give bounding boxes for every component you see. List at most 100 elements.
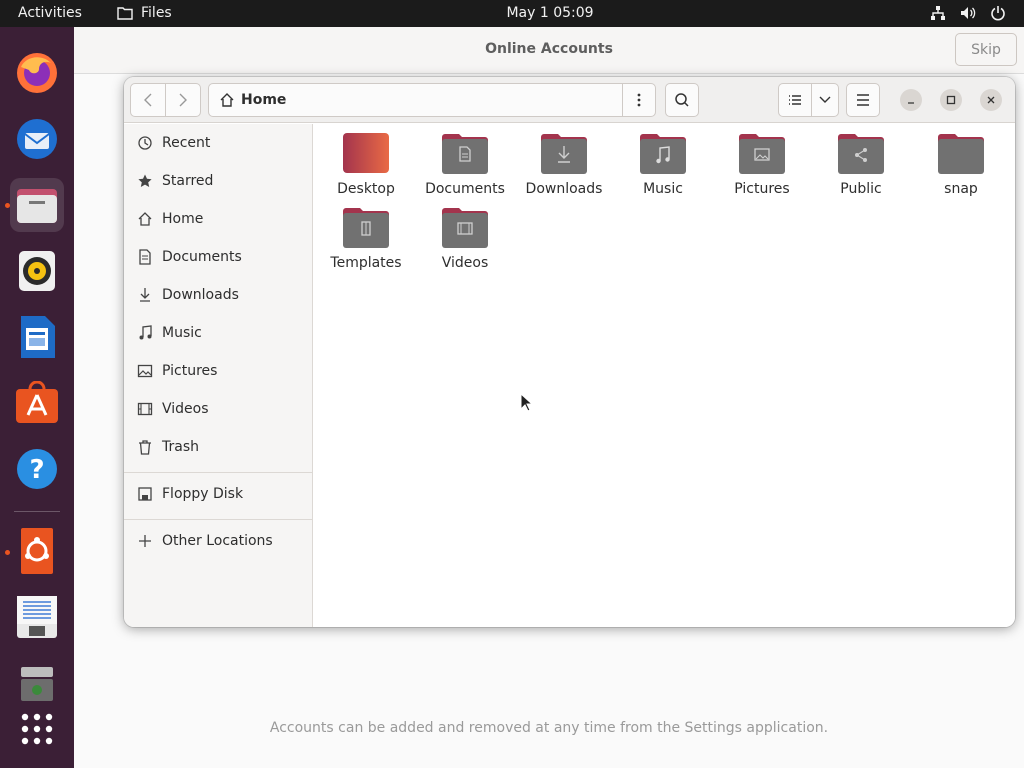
ubuntu-installer-icon — [21, 528, 53, 574]
sidebar-item-label: Music — [162, 325, 202, 341]
help-icon: ? — [17, 449, 57, 489]
music-icon — [139, 325, 152, 340]
show-applications-button[interactable] — [10, 702, 64, 756]
pictures-folder-icon — [739, 134, 785, 174]
clock[interactable]: May 1 05:09 — [0, 5, 1024, 21]
sidebar-item-label: Downloads — [162, 287, 239, 303]
folder-public[interactable]: Public — [813, 133, 909, 205]
close-icon — [987, 96, 995, 104]
online-accounts-footer: Accounts can be added and removed at any… — [269, 720, 829, 736]
skip-button[interactable]: Skip — [955, 33, 1017, 66]
back-button[interactable] — [130, 83, 166, 117]
files-sidebar: Recent Starred Home Documents Downloads … — [124, 124, 313, 627]
svg-text:?: ? — [29, 455, 44, 485]
list-view-button[interactable] — [778, 83, 812, 117]
minimize-icon — [908, 102, 914, 104]
desktop-folder-icon — [343, 133, 389, 173]
sidebar-item-music[interactable]: Music — [124, 316, 312, 350]
sidebar-item-label: Documents — [162, 249, 242, 265]
sidebar-item-starred[interactable]: Starred — [124, 164, 312, 198]
sidebar-item-label: Floppy Disk — [162, 486, 244, 502]
files-launcher[interactable] — [10, 178, 64, 232]
chevron-down-icon — [819, 96, 831, 103]
sidebar-item-label: Trash — [162, 439, 199, 455]
volume-icon — [961, 7, 976, 19]
folder-icon — [938, 134, 984, 174]
app-grid-icon — [21, 713, 53, 745]
sidebar-item-label: Videos — [162, 401, 209, 417]
folder-desktop[interactable]: Desktop — [318, 133, 414, 205]
rhythmbox-icon — [19, 251, 55, 291]
downloads-folder-icon — [541, 134, 587, 174]
maximize-button[interactable] — [940, 89, 962, 111]
forward-button[interactable] — [165, 83, 201, 117]
text-editor-launcher[interactable] — [10, 590, 64, 644]
folder-music[interactable]: Music — [615, 133, 711, 205]
video-icon — [137, 402, 153, 416]
writer-launcher[interactable] — [10, 310, 64, 364]
network-icon — [931, 6, 945, 20]
sidebar-item-floppy-disk[interactable]: Floppy Disk — [124, 477, 312, 511]
top-bar: Activities Files May 1 05:09 — [0, 0, 1024, 27]
maximize-icon — [946, 95, 956, 105]
view-options-button[interactable] — [811, 83, 839, 117]
online-accounts-header: Online Accounts Skip — [74, 27, 1024, 74]
home-icon — [138, 212, 152, 226]
rhythmbox-launcher[interactable] — [10, 244, 64, 298]
folder-documents[interactable]: Documents — [417, 133, 513, 205]
writer-icon — [21, 316, 55, 358]
sidebar-item-home[interactable]: Home — [124, 202, 312, 236]
templates-folder-icon — [343, 208, 389, 248]
search-icon — [675, 93, 689, 107]
search-button[interactable] — [665, 83, 699, 117]
kebab-menu-icon — [637, 93, 641, 107]
thunderbird-launcher[interactable] — [10, 112, 64, 166]
online-accounts-title: Online Accounts — [485, 41, 613, 57]
ubuntu-software-launcher[interactable] — [10, 376, 64, 430]
minimize-button[interactable] — [900, 89, 922, 111]
dock-separator — [14, 511, 60, 512]
sidebar-item-trash[interactable]: Trash — [124, 430, 312, 464]
document-icon — [139, 249, 151, 265]
path-bar[interactable]: Home — [208, 83, 623, 117]
sidebar-item-videos[interactable]: Videos — [124, 392, 312, 426]
chevron-right-icon — [179, 93, 187, 107]
music-folder-icon — [640, 134, 686, 174]
help-launcher[interactable]: ? — [10, 442, 64, 496]
installer-launcher[interactable] — [10, 524, 64, 578]
mouse-cursor-icon — [520, 393, 532, 412]
sidebar-item-recent[interactable]: Recent — [124, 126, 312, 160]
firefox-icon — [17, 53, 57, 93]
sidebar-item-label: Pictures — [162, 363, 218, 379]
trash-icon — [139, 440, 151, 455]
path-label: Home — [241, 92, 287, 108]
sidebar-item-pictures[interactable]: Pictures — [124, 354, 312, 388]
hamburger-icon — [857, 94, 869, 106]
thunderbird-icon — [17, 119, 57, 159]
public-folder-icon — [838, 134, 884, 174]
system-tray[interactable] — [930, 5, 1006, 21]
file-view[interactable]: Desktop Documents Downloads Music Pictur… — [314, 124, 1015, 627]
path-menu-button[interactable] — [622, 83, 656, 117]
trash-icon — [21, 667, 53, 701]
sidebar-item-label: Other Locations — [162, 533, 273, 549]
folder-templates[interactable]: Templates — [318, 207, 414, 279]
folder-downloads[interactable]: Downloads — [516, 133, 612, 205]
documents-folder-icon — [442, 134, 488, 174]
folder-videos[interactable]: Videos — [417, 207, 513, 279]
download-icon — [140, 288, 150, 302]
firefox-launcher[interactable] — [10, 46, 64, 100]
close-button[interactable] — [980, 89, 1002, 111]
files-window: Home Recent Starred Home Documents Downl… — [124, 77, 1015, 627]
software-icon — [16, 381, 58, 423]
list-view-icon — [789, 95, 801, 105]
main-menu-button[interactable] — [846, 83, 880, 117]
folder-snap[interactable]: snap — [913, 133, 1009, 205]
folder-pictures[interactable]: Pictures — [714, 133, 810, 205]
plus-icon — [139, 535, 151, 547]
sidebar-item-other-locations[interactable]: Other Locations — [124, 524, 312, 558]
sidebar-item-documents[interactable]: Documents — [124, 240, 312, 274]
videos-folder-icon — [442, 208, 488, 248]
sidebar-item-downloads[interactable]: Downloads — [124, 278, 312, 312]
star-icon — [138, 174, 152, 187]
